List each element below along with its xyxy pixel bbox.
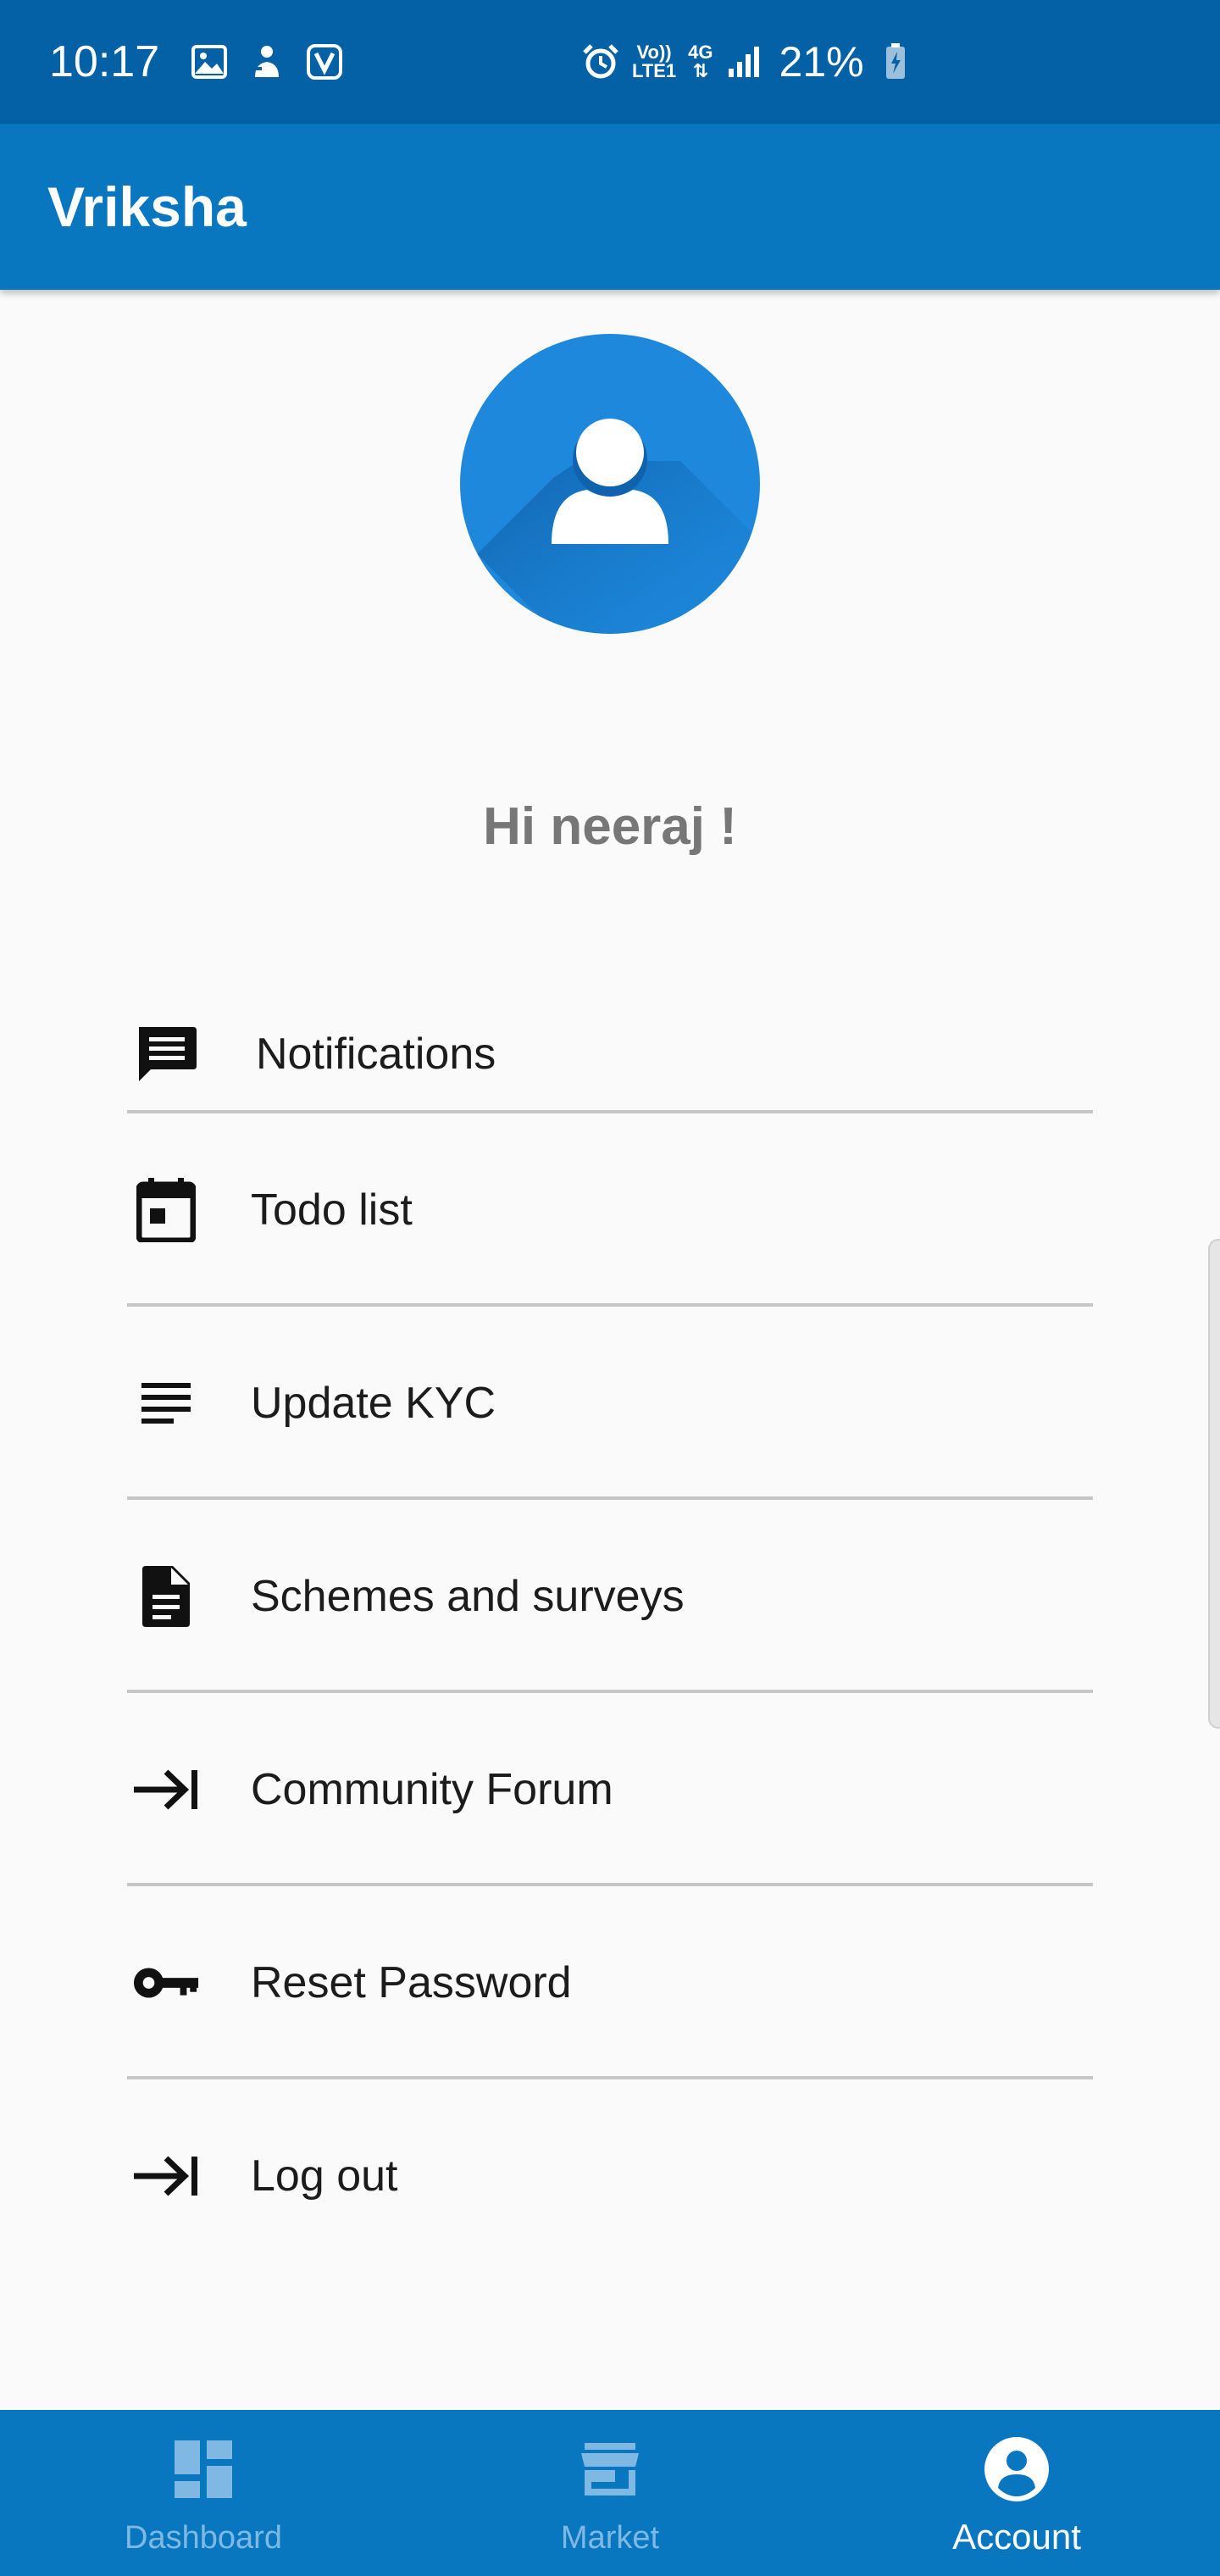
volte-indicator: Vo)) LTE1 bbox=[632, 42, 677, 81]
menu-item-schemes-surveys[interactable]: Schemes and surveys bbox=[127, 1500, 1093, 1693]
menu-item-reset-password[interactable]: Reset Password bbox=[127, 1886, 1093, 2079]
lines-icon bbox=[132, 1369, 200, 1437]
status-bar: 10:17 Vo)) LTE1 4G ⇅ 21% bbox=[0, 0, 1220, 124]
menu-item-label: Todo list bbox=[251, 1185, 413, 1235]
menu-item-label: Community Forum bbox=[251, 1765, 613, 1814]
network-type-indicator: 4G ⇅ bbox=[688, 42, 713, 81]
store-icon bbox=[574, 2434, 646, 2505]
arrow-to-line-icon bbox=[132, 1756, 200, 1824]
scrollbar[interactable] bbox=[1208, 1239, 1220, 1729]
nav-item-dashboard[interactable]: Dashboard bbox=[0, 2410, 407, 2576]
menu-item-todo-list[interactable]: Todo list bbox=[127, 1113, 1093, 1307]
key-icon bbox=[132, 1949, 200, 2017]
nav-item-account[interactable]: Account bbox=[813, 2410, 1220, 2576]
status-time: 10:17 bbox=[49, 37, 160, 86]
nav-label: Dashboard bbox=[125, 2520, 282, 2556]
alarm-icon bbox=[581, 42, 620, 81]
message-icon bbox=[132, 1020, 200, 1088]
menu-item-label: Reset Password bbox=[251, 1958, 572, 2007]
app-title: Vriksha bbox=[47, 175, 247, 238]
menu-item-label: Schemes and surveys bbox=[251, 1572, 685, 1621]
menu-item-log-out[interactable]: Log out bbox=[127, 2079, 1093, 2273]
avatar[interactable] bbox=[460, 334, 760, 634]
bottom-navigation: Dashboard Market Account bbox=[0, 2410, 1220, 2576]
notification-icon bbox=[247, 42, 286, 81]
greeting-text: Hi neeraj ! bbox=[483, 797, 737, 856]
menu-item-label: Update KYC bbox=[251, 1379, 496, 1428]
dashboard-icon bbox=[168, 2434, 239, 2505]
battery-charging-icon bbox=[876, 42, 915, 81]
menu-item-update-kyc[interactable]: Update KYC bbox=[127, 1307, 1093, 1500]
account-circle-icon bbox=[981, 2434, 1052, 2505]
user-avatar-icon bbox=[477, 419, 760, 634]
gallery-icon bbox=[190, 42, 229, 81]
calendar-icon bbox=[132, 1176, 200, 1244]
nav-label: Market bbox=[560, 2520, 660, 2556]
battery-percent: 21% bbox=[779, 38, 864, 86]
signal-icon bbox=[725, 42, 764, 81]
document-icon bbox=[132, 1563, 200, 1630]
nav-item-market[interactable]: Market bbox=[407, 2410, 813, 2576]
arrow-to-line-icon bbox=[132, 2142, 200, 2210]
menu-item-label: Log out bbox=[251, 2151, 398, 2201]
nav-label: Account bbox=[952, 2517, 1081, 2557]
app-bar: Vriksha bbox=[0, 124, 1220, 290]
saavn-icon bbox=[305, 42, 344, 81]
menu-item-community-forum[interactable]: Community Forum bbox=[127, 1693, 1093, 1886]
menu-item-label: Notifications bbox=[256, 1030, 496, 1079]
